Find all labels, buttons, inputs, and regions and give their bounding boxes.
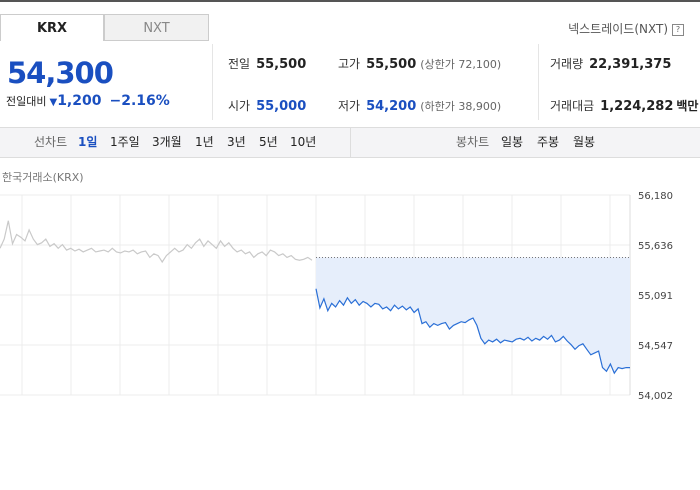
stat-label: 저가 <box>338 99 361 113</box>
stat-label: 거래량 <box>550 57 584 71</box>
help-icon[interactable]: ? <box>672 24 684 36</box>
stat-high: 고가 55,500 (상한가 72,100) <box>338 55 501 72</box>
stat-value: 54,200 <box>366 99 417 114</box>
divider <box>212 44 213 120</box>
range-1w[interactable]: 1주일 <box>110 128 140 157</box>
stat-label: 고가 <box>338 57 361 71</box>
change-value: 1,200 <box>57 93 102 109</box>
series-line <box>0 220 313 264</box>
stat-low: 저가 54,200 (하한가 38,900) <box>338 97 501 114</box>
toolbar-divider <box>350 128 351 157</box>
range-3y[interactable]: 3년 <box>227 128 246 157</box>
range-1y[interactable]: 1년 <box>195 128 214 157</box>
y-tick-label: 54,002 <box>638 391 673 402</box>
y-tick-label: 56,180 <box>638 191 673 202</box>
area-fill <box>316 257 630 374</box>
nxt-link[interactable]: 넥스트레이드(NXT)? <box>568 20 684 37</box>
line-chart-label: 선차트 <box>34 135 68 149</box>
stat-volume: 거래량 22,391,375 <box>550 55 671 72</box>
top-border <box>0 0 700 2</box>
divider <box>538 44 539 120</box>
chart-marks <box>0 220 630 375</box>
stat-open: 시가 55,000 <box>228 97 306 114</box>
current-price: 54,300 <box>7 56 114 90</box>
stat-value: 1,224,282 <box>600 99 674 114</box>
candle-weekly[interactable]: 주봉 <box>537 128 559 157</box>
tab-nxt[interactable]: NXT <box>104 14 209 41</box>
y-tick-label: 55,091 <box>638 291 673 302</box>
chart-toolbar: 선차트 1일 1주일 3개월 1년 3년 5년 10년 봉차트 일봉 주봉 월봉 <box>0 127 700 158</box>
y-tick-label: 54,547 <box>638 341 673 352</box>
price-change: 전일대비 ▼1,200 −2.16% <box>6 93 170 109</box>
stat-label: 전일 <box>228 57 251 71</box>
chart-title: 한국거래소(KRX) <box>2 171 84 184</box>
nxt-link-label: 넥스트레이드(NXT) <box>568 22 668 36</box>
stat-value: 55,500 <box>256 57 307 72</box>
stat-value: 55,000 <box>256 99 307 114</box>
stat-value: 55,500 <box>366 57 417 72</box>
change-label: 전일대비 <box>6 95 47 108</box>
intraday-chart: 56,180 55,636 55,091 54,547 54,002 <box>0 191 673 402</box>
range-3m[interactable]: 3개월 <box>152 128 182 157</box>
stat-amount: 거래대금 1,224,282 백만 <box>550 97 698 114</box>
candle-monthly[interactable]: 월봉 <box>573 128 595 157</box>
stat-label: 거래대금 <box>550 99 595 113</box>
candle-daily[interactable]: 일봉 <box>501 128 523 157</box>
range-1d[interactable]: 1일 <box>78 128 97 157</box>
stat-unit: 백만 <box>676 99 699 113</box>
stat-label: 시가 <box>228 99 251 113</box>
stat-sub: (상한가 72,100) <box>420 58 502 71</box>
stat-sub: (하한가 38,900) <box>420 100 502 113</box>
y-axis-ticks: 56,180 55,636 55,091 54,547 54,002 <box>638 191 673 402</box>
range-5y[interactable]: 5년 <box>259 128 278 157</box>
range-10y[interactable]: 10년 <box>290 128 316 157</box>
tab-krx[interactable]: KRX <box>0 14 104 41</box>
stat-prev-close: 전일 55,500 <box>228 55 306 72</box>
stat-value: 22,391,375 <box>589 57 672 72</box>
candle-chart-label: 봉차트 <box>456 135 490 149</box>
y-tick-label: 55,636 <box>638 241 673 252</box>
change-rate: −2.16% <box>109 93 170 109</box>
